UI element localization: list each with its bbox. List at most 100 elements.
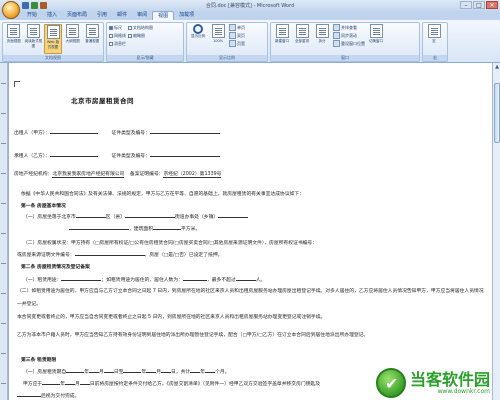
checkbox-icon bbox=[109, 25, 113, 30]
magnifier-icon bbox=[193, 24, 203, 34]
tab-references[interactable]: 引用 bbox=[92, 11, 112, 20]
section-1-item-1-cont: ，建筑面积 平方米。 bbox=[69, 225, 200, 232]
print-layout-button[interactable]: 页面视图 bbox=[5, 24, 23, 54]
document-page[interactable]: 北京市房屋租赁合同 出租人（甲方）： 证件类型及编号： 承租人（乙方）： 证件类… bbox=[8, 63, 492, 400]
close-button[interactable]: ✕ bbox=[486, 1, 498, 9]
margin-corner-mark bbox=[14, 81, 20, 87]
globe-icon bbox=[46, 25, 60, 39]
one-page-button[interactable]: 单页 bbox=[229, 24, 245, 31]
zoom-button[interactable]: 显示比例 bbox=[189, 24, 207, 54]
tab-review[interactable]: 审阅 bbox=[132, 11, 152, 20]
title-bar: 合同.doc [兼容模式] - Microsoft Word – □ ✕ bbox=[0, 0, 500, 19]
group-document-views: 页面视图 阅读版式视图 Web 版式视图 大纲视图 普通视图 文档视图 bbox=[2, 22, 104, 62]
message-bar-checkbox[interactable]: 消息栏 bbox=[109, 40, 126, 47]
group-label-window: 窗口 bbox=[271, 55, 419, 61]
preamble: 依据《中华人民共和国合同法》及有关法律、法规的规定，甲方与乙方在平等、自愿的基础… bbox=[21, 192, 305, 197]
checkbox-icon bbox=[109, 41, 113, 46]
split-button[interactable]: 拆分 bbox=[313, 24, 331, 54]
checkbox-icon bbox=[128, 33, 132, 38]
group-label-macros: 宏 bbox=[423, 55, 447, 61]
ribbon-tabs: 开始 插入 页面布局 引用 邮件 审阅 视图 加载项 bbox=[0, 11, 500, 20]
ribbon: 页面视图 阅读版式视图 Web 版式视图 大纲视图 普通视图 文档视图 标尺 网… bbox=[0, 20, 500, 63]
gridlines-checkbox[interactable]: 网格线 bbox=[109, 32, 126, 39]
section-2-item-4: 乙方为非本市户籍人员时，甲方应当告知乙方持有效身份证明到居住地的派出所办理暂住登… bbox=[17, 333, 369, 338]
lessor-line: 出租人（甲方）： 证件类型及编号： bbox=[14, 129, 220, 136]
section-1-item-1: （一）房屋坐落于北京市 区（县） 街道办事处（乡镇） bbox=[23, 213, 249, 220]
lessee-line: 承租人（乙方）： 证件类型及编号： bbox=[14, 152, 220, 159]
section-2-item-1: （一）租赁用途： ；如租赁用途为居住的，居住人数为： ，最多不超过 人。 bbox=[23, 278, 266, 283]
section-2-item-3: 本合同变更或者终止的，甲方应当自合同变更或者终止之日起 5 日内，到房屋所在地的… bbox=[17, 315, 326, 320]
arrange-all-button[interactable]: 全部重排 bbox=[293, 24, 311, 54]
ruler-checkbox[interactable]: 标尺 bbox=[109, 24, 126, 31]
thumbnails-checkbox[interactable]: 缩略图 bbox=[128, 32, 153, 39]
document-title: 北京市房屋租赁合同 bbox=[71, 97, 134, 105]
section-3-item-1: （一）房屋租赁期自年月日至年月日，共计年个月。 bbox=[23, 370, 230, 375]
switch-windows-icon bbox=[369, 24, 383, 38]
checkmark-logo-icon bbox=[375, 368, 406, 398]
doc-map-checkbox[interactable]: 文档结构图 bbox=[128, 24, 153, 31]
group-show-hide: 标尺 网格线 消息栏 文档结构图 缩略图 显示/隐藏 bbox=[106, 22, 184, 62]
vertical-scrollbar[interactable]: ▲ bbox=[492, 63, 500, 400]
reset-position-icon bbox=[333, 40, 340, 47]
scroll-thumb[interactable] bbox=[494, 83, 500, 143]
group-macros: 宏 宏 bbox=[422, 22, 448, 62]
tab-add-ins[interactable]: 加载项 bbox=[174, 11, 199, 20]
office-button[interactable] bbox=[2, 1, 20, 19]
site-watermark: 当客软件园 www.downkr.com bbox=[375, 368, 490, 398]
zoom-100-button[interactable]: 100% bbox=[209, 24, 227, 54]
section-3-heading: 第三条 租赁期限 bbox=[21, 358, 57, 363]
two-pages-button[interactable]: 双页 bbox=[229, 32, 245, 39]
section-1-item-2: （二）房屋权属状况：甲方持有（□房屋所有权证/□公有住房租赁合同/□房屋买卖合同… bbox=[23, 241, 318, 246]
tab-view[interactable]: 视图 bbox=[152, 11, 175, 20]
one-page-icon bbox=[229, 24, 236, 31]
draft-icon bbox=[85, 24, 99, 38]
minimize-button[interactable]: – bbox=[460, 1, 472, 9]
new-window-button[interactable]: 新建窗口 bbox=[273, 24, 291, 54]
section-1-heading: 第一条 房屋基本情况 bbox=[21, 204, 66, 209]
page-icon bbox=[7, 24, 21, 38]
section-2-item-2: （二）如租赁用途为居住的，甲方应自与乙方订立本合同之日起 7 日内，到房屋所在地… bbox=[17, 289, 484, 307]
watermark-brand: 当客软件园 bbox=[409, 369, 490, 389]
book-icon bbox=[26, 24, 40, 38]
outline-icon bbox=[66, 24, 80, 38]
reset-position-button[interactable]: 重设窗口位置 bbox=[333, 40, 365, 47]
checkbox-icon bbox=[128, 25, 132, 30]
agent-line: 房地产经纪机构：北京我爱我家房地产经纪有限公司 备案证明编号：京经纪（2002）… bbox=[14, 172, 222, 178]
sync-scroll-button[interactable]: 同步滚动 bbox=[333, 32, 365, 39]
side-by-side-button[interactable]: 并排查看 bbox=[333, 24, 365, 31]
section-3-item-2-cont: 后视为交付完成。 bbox=[17, 392, 79, 399]
watermark-url: www.downkr.com bbox=[437, 387, 490, 395]
tab-mailings[interactable]: 邮件 bbox=[112, 11, 132, 20]
group-label-views: 文档视图 bbox=[3, 55, 103, 61]
tab-home[interactable]: 开始 bbox=[22, 11, 42, 20]
sync-scroll-icon bbox=[333, 32, 340, 39]
page-100-icon bbox=[211, 24, 225, 38]
macros-button[interactable]: 宏 bbox=[425, 24, 443, 54]
macro-icon bbox=[427, 24, 441, 38]
checkbox-icon bbox=[109, 33, 113, 38]
vertical-ruler[interactable] bbox=[0, 63, 8, 400]
outline-button[interactable]: 大纲视图 bbox=[64, 24, 82, 54]
scroll-up-icon[interactable]: ▲ bbox=[493, 63, 500, 71]
maximize-button[interactable]: □ bbox=[473, 1, 485, 9]
page-width-button[interactable]: 页宽 bbox=[229, 40, 245, 47]
split-icon bbox=[315, 24, 329, 38]
draft-button[interactable]: 普通视图 bbox=[83, 24, 101, 54]
page-width-icon bbox=[229, 40, 236, 47]
tab-page-layout[interactable]: 页面布局 bbox=[62, 11, 92, 20]
side-by-side-icon bbox=[333, 24, 340, 31]
tab-insert[interactable]: 插入 bbox=[42, 11, 62, 20]
group-label-zoom: 显示比例 bbox=[187, 55, 267, 61]
section-3-item-2: 甲方应于年月日前将房屋按约定条件交付给乙方。《房屋交割清单》（见附件一）经甲乙双… bbox=[23, 382, 321, 387]
section-1-item-2-cont: 或房屋来源证明文件编号： ，房屋（□是/□否）已设定了抵押。 bbox=[17, 253, 223, 258]
switch-windows-button[interactable]: 切换窗口 bbox=[367, 24, 385, 54]
window-controls: – □ ✕ bbox=[460, 1, 498, 9]
group-label-show: 显示/隐藏 bbox=[107, 55, 183, 61]
section-2-heading: 第二条 房屋租赁情况及登记备案 bbox=[21, 265, 90, 270]
two-pages-icon bbox=[229, 32, 236, 39]
group-zoom: 显示比例 100% 单页 双页 页宽 显示比例 bbox=[186, 22, 268, 62]
new-window-icon bbox=[275, 24, 289, 38]
reading-layout-button[interactable]: 阅读版式视图 bbox=[25, 24, 43, 54]
group-window: 新建窗口 全部重排 拆分 并排查看 同步滚动 重设窗口位置 切换窗口 窗口 bbox=[270, 22, 420, 62]
web-layout-button[interactable]: Web 版式视图 bbox=[44, 24, 62, 54]
